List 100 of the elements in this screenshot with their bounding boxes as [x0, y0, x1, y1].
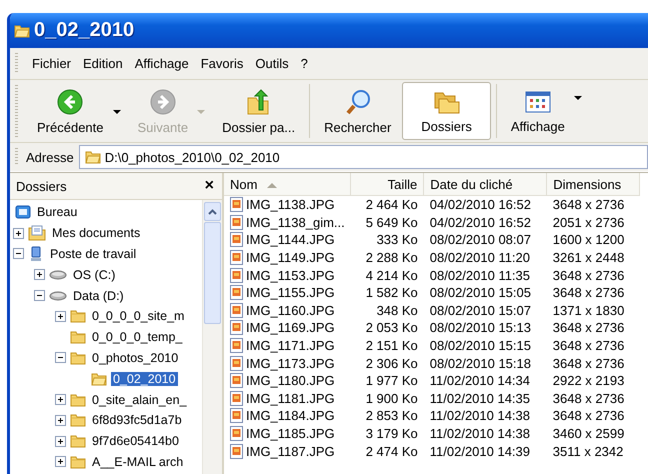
- table-cell-text: 1 977 Ko: [364, 372, 419, 390]
- column-header[interactable]: Taille: [350, 173, 424, 196]
- tree-item[interactable]: OS (C:): [71, 268, 118, 282]
- tree-item[interactable]: 0_0_0_0_site_m: [90, 309, 186, 324]
- tree-item[interactable]: Bureau: [35, 205, 80, 220]
- collapse-toggle[interactable]: [55, 352, 66, 364]
- table-cell-text: 08/02/2010 15:07: [428, 302, 532, 320]
- expand-toggle[interactable]: [55, 310, 66, 322]
- table-cell-text: 11/02/2010 14:38: [428, 425, 532, 442]
- pane-title: Dossiers: [16, 178, 67, 194]
- expand-toggle[interactable]: [13, 228, 24, 239]
- file-name[interactable]: IMG_1153.JPG: [246, 268, 335, 283]
- table-cell-text: 3460 x 2599: [552, 425, 626, 442]
- tree-item[interactable]: 0_site_alain_en_: [90, 392, 189, 407]
- image-file-icon: [230, 408, 243, 424]
- table-cell-text: 11/02/2010 14:35: [428, 390, 532, 408]
- column-header[interactable]: Dimensions: [546, 173, 640, 196]
- tree-item[interactable]: Mes documents: [50, 226, 142, 240]
- menu-item[interactable]: Affichage: [128, 53, 195, 74]
- collapse-toggle[interactable]: [13, 248, 24, 260]
- expand-toggle[interactable]: [34, 269, 45, 280]
- folder-icon: [70, 392, 86, 407]
- menu-item[interactable]: Outils: [249, 53, 295, 74]
- file-name[interactable]: IMG_1169.JPG: [246, 320, 335, 336]
- toolbar-button[interactable]: Affichage: [502, 82, 574, 140]
- drive-icon: [49, 290, 67, 302]
- table-cell-text: 3261 x 2448: [552, 249, 626, 266]
- menu-item[interactable]: Fichier: [26, 53, 78, 74]
- folder-icon: [70, 309, 86, 324]
- folder-icon: [70, 350, 86, 365]
- file-name[interactable]: IMG_1160.JPG: [246, 302, 335, 318]
- column-header[interactable]: Date du cliché: [424, 173, 547, 196]
- collapse-toggle[interactable]: [34, 290, 45, 302]
- table-cell-text: 5 649 Ko: [364, 214, 419, 232]
- file-name[interactable]: IMG_1144.JPG: [246, 232, 335, 248]
- scrollbar[interactable]: [202, 200, 222, 474]
- expand-toggle[interactable]: [55, 456, 66, 468]
- table-cell-text: 2051 x 2736: [552, 214, 626, 232]
- dropdown-arrow-icon[interactable]: [112, 110, 120, 114]
- address-field[interactable]: D:\0_photos_2010\0_02_2010: [78, 145, 648, 169]
- tree-item[interactable]: 0_02_2010: [111, 372, 178, 386]
- dropdown-arrow-icon[interactable]: [574, 96, 582, 100]
- file-name[interactable]: IMG_1180.JPG: [246, 373, 335, 388]
- image-file-icon: [230, 338, 243, 354]
- expand-toggle[interactable]: [55, 414, 66, 426]
- image-file-icon: [230, 302, 243, 318]
- file-name[interactable]: IMG_1138.JPG: [246, 197, 335, 212]
- image-file-icon: [230, 426, 243, 442]
- tree-item[interactable]: A__E-MAIL arch: [90, 454, 186, 469]
- table-cell-text: 2 288 Ko: [364, 249, 419, 266]
- computer-icon: [28, 246, 44, 262]
- menu-item[interactable]: Favoris: [194, 53, 250, 74]
- expand-toggle[interactable]: [55, 394, 66, 406]
- menu-item[interactable]: Edition: [77, 53, 129, 74]
- table-cell-text: 08/02/2010 15:15: [428, 337, 532, 354]
- file-name[interactable]: IMG_1181.JPG: [246, 390, 335, 406]
- table-cell-text: 1600 x 1200: [552, 231, 626, 249]
- file-name[interactable]: IMG_1184.JPG: [246, 408, 335, 424]
- table-cell-text: 3648 x 2736: [552, 284, 626, 302]
- tree-item[interactable]: 0_0_0_0_temp_: [90, 330, 184, 344]
- table-cell-text: 08/02/2010 15:18: [428, 354, 532, 372]
- table-cell-text: 2 474 Ko: [364, 442, 419, 460]
- image-file-icon: [230, 373, 243, 388]
- table-cell-text: 2 151 Ko: [364, 337, 419, 354]
- tree-item[interactable]: Poste de travail: [48, 246, 138, 261]
- open-folder-icon: [84, 150, 101, 164]
- scroll-up-icon[interactable]: [208, 208, 217, 214]
- tree-item[interactable]: 0_photos_2010: [90, 350, 180, 365]
- toolbar-button[interactable]: Précédente: [28, 82, 112, 140]
- file-name[interactable]: IMG_1171.JPG: [246, 338, 335, 354]
- menu-item[interactable]: ?: [294, 53, 314, 74]
- table-cell-text: 348 Ko: [376, 302, 419, 320]
- table-cell: 3648 x 2736: [546, 196, 640, 214]
- toolbar-button[interactable]: Dossiers: [402, 82, 491, 140]
- toolbar-button[interactable]: Rechercher: [315, 82, 400, 140]
- file-name[interactable]: IMG_1173.JPG: [246, 356, 335, 371]
- table-cell-text: 1 582 Ko: [364, 284, 419, 302]
- file-name[interactable]: IMG_1138_gim...: [246, 214, 345, 230]
- table-cell-text: 3648 x 2736: [552, 390, 626, 408]
- file-name[interactable]: IMG_1155.JPG: [246, 285, 335, 300]
- table-cell-text: 2 053 Ko: [364, 319, 419, 337]
- file-name[interactable]: IMG_1149.JPG: [246, 250, 335, 266]
- documents-icon: [28, 225, 46, 242]
- image-file-icon: [230, 390, 243, 406]
- table-cell-text: 11/02/2010 14:38: [428, 407, 532, 425]
- tree-item[interactable]: 6f8d93fc5d1a7b: [90, 413, 184, 428]
- tree-item[interactable]: 9f7d6e05414b0: [90, 434, 181, 448]
- expand-toggle[interactable]: [55, 436, 66, 447]
- tree-item[interactable]: Data (D:): [71, 288, 126, 303]
- toolbar-button[interactable]: Dossier pa...: [213, 82, 304, 140]
- table-cell-text: 3648 x 2736: [552, 337, 626, 354]
- file-name[interactable]: IMG_1185.JPG: [246, 426, 335, 442]
- column-header[interactable]: Nom: [224, 173, 351, 196]
- image-file-icon: [230, 320, 243, 336]
- image-file-icon: [230, 444, 243, 459]
- table-cell-text: 1 900 Ko: [364, 390, 419, 408]
- table-cell-text: 3648 x 2736: [552, 407, 626, 425]
- close-button[interactable]: ×: [202, 177, 216, 195]
- file-name[interactable]: IMG_1187.JPG: [246, 444, 335, 459]
- table-cell-text: 3648 x 2736: [552, 266, 626, 284]
